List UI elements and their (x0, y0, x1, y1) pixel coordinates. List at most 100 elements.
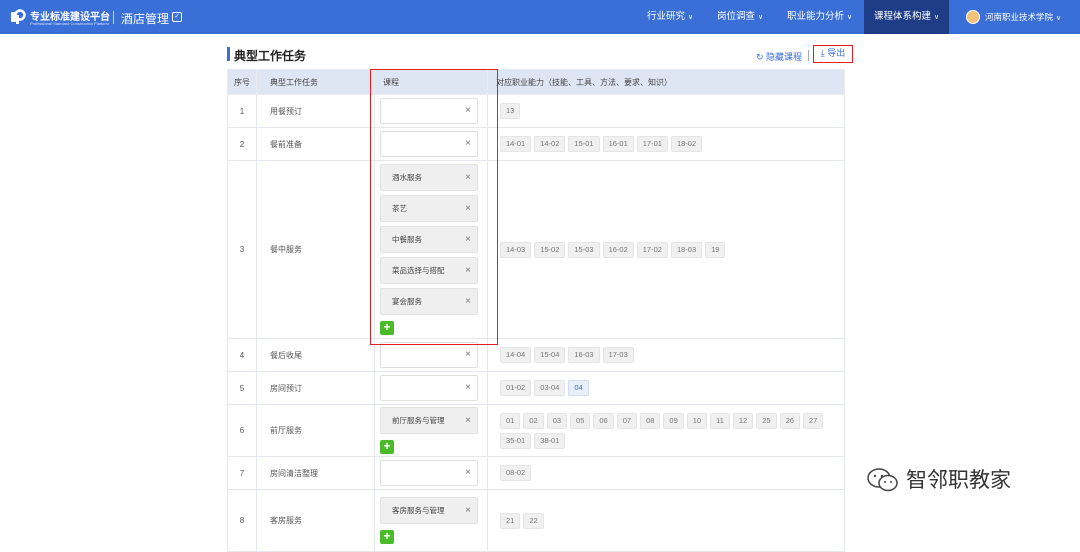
user-avatar[interactable] (966, 10, 980, 24)
task-name: 用餐预订 (256, 94, 375, 128)
course-name: 客房服务与管理 (392, 506, 445, 515)
course-select[interactable]: × (380, 98, 478, 124)
ability-chip[interactable]: 14-01 (500, 136, 532, 152)
nav-industry-research[interactable]: 行业研究 ∨ (637, 0, 703, 34)
chevron-down-icon: ∨ (1056, 15, 1062, 22)
ability-chip[interactable]: 03-04 (534, 380, 566, 396)
course-select[interactable]: × (380, 460, 478, 486)
nav-label: 课程体系构建 (874, 11, 932, 22)
ability-chip[interactable]: 01-02 (500, 380, 532, 396)
course-select[interactable]: × (380, 131, 478, 157)
ability-chip[interactable]: 15-01 (568, 136, 600, 152)
course-select[interactable]: × (380, 342, 478, 368)
course-select[interactable]: × (380, 375, 478, 401)
top-navbar: 专业标准建设平台 Professional Standard Construct… (0, 0, 1080, 34)
row-number: 2 (227, 127, 257, 161)
col-header-task: 典型工作任务 (256, 69, 375, 95)
ability-chip[interactable]: 38-01 (534, 432, 566, 449)
close-icon[interactable]: × (465, 350, 471, 360)
ability-chip[interactable]: 01 (500, 412, 521, 429)
course-cell: × (374, 456, 488, 490)
ability-chip[interactable]: 19 (705, 241, 726, 258)
ability-chip[interactable]: 10 (686, 412, 708, 429)
ability-cell: 13 (487, 94, 845, 128)
course-cell: × (374, 371, 488, 405)
ability-chip[interactable]: 27 (802, 412, 824, 429)
ability-chip[interactable]: 18-02 (670, 136, 703, 152)
ability-chip[interactable]: 21 (500, 512, 521, 529)
ability-chip[interactable]: 16-01 (602, 136, 634, 152)
ability-chip[interactable]: 14-03 (500, 241, 532, 258)
course-tag[interactable]: 酒水服务 × (380, 164, 478, 191)
hide-courses-button[interactable]: ↻ 隐藏课程 (756, 50, 802, 63)
ability-cell: 14-03 15-02 15-03 16-02 17-02 18-03 19 (487, 160, 845, 339)
ability-chip[interactable]: 12 (732, 412, 754, 429)
course-tag[interactable]: 茶艺 × (380, 195, 478, 222)
nav-curriculum-building[interactable]: 课程体系构建 ∨ (864, 0, 950, 34)
ability-chip[interactable]: 08-02 (500, 465, 532, 481)
switch-module-icon[interactable]: ✓ (172, 12, 182, 22)
user-menu[interactable]: 河南职业技术学院 ∨ (985, 0, 1061, 34)
add-course-button[interactable]: + (380, 321, 394, 335)
close-icon[interactable]: × (465, 383, 471, 393)
ability-chip[interactable]: 13 (500, 103, 521, 119)
ability-chip[interactable]: 17-02 (636, 241, 668, 258)
close-icon[interactable]: × (465, 106, 471, 116)
close-icon[interactable]: × (465, 296, 471, 307)
table-row: 5 房间预订 × 01-02 03-04 04 (227, 371, 845, 405)
ability-chip[interactable]: 17-01 (636, 136, 668, 152)
ability-chip[interactable]: 15-02 (534, 241, 566, 258)
ability-chip[interactable]: 22 (523, 512, 544, 529)
course-cell: × (374, 94, 488, 128)
close-icon[interactable]: × (465, 234, 471, 245)
ability-chip[interactable]: 16-03 (568, 347, 600, 363)
ability-chip[interactable]: 17-03 (602, 347, 634, 363)
table-row: 4 餐后收尾 × 14-04 15-04 16-03 17-03 (227, 338, 845, 372)
ability-chip[interactable]: 14-04 (500, 347, 532, 363)
ability-chip[interactable]: 04 (568, 380, 589, 396)
ability-chip[interactable]: 18-03 (670, 241, 703, 258)
course-tag[interactable]: 客房服务与管理 × (380, 497, 478, 524)
export-button[interactable]: ⤓ 导出 (813, 45, 853, 63)
watermark: 智邻职教家 (906, 469, 1011, 492)
add-course-button[interactable]: + (380, 440, 394, 454)
course-tag[interactable]: 前厅服务与管理 × (380, 407, 478, 434)
ability-chip[interactable]: 35-01 (500, 432, 532, 449)
ability-chip[interactable]: 03 (546, 412, 568, 429)
export-label: 导出 (827, 48, 846, 58)
chevron-down-icon: ∨ (758, 14, 764, 21)
table-row: 2 餐前准备 × 14-01 14-02 15-01 16-01 17-01 18-02 (227, 127, 845, 161)
close-icon[interactable]: × (465, 139, 471, 149)
task-name: 房间预订 (256, 371, 375, 405)
ability-chip[interactable]: 05 (570, 412, 591, 429)
ability-chip[interactable]: 16-02 (602, 241, 634, 258)
close-icon[interactable]: × (465, 415, 471, 426)
ability-chip[interactable]: 25 (756, 412, 777, 429)
ability-chip[interactable]: 11 (710, 412, 730, 429)
close-icon[interactable]: × (465, 265, 471, 276)
course-tag[interactable]: 菜品选择与搭配 × (380, 257, 478, 284)
course-tag[interactable]: 宴会服务 × (380, 288, 478, 315)
close-icon[interactable]: × (465, 468, 471, 478)
ability-cell: 14-01 14-02 15-01 16-01 17-01 18-02 (487, 127, 845, 161)
ability-chip[interactable]: 02 (523, 412, 544, 429)
ability-chip[interactable]: 15-04 (534, 347, 566, 363)
nav-job-survey[interactable]: 岗位调查 ∨ (707, 0, 773, 34)
ability-chip[interactable]: 09 (663, 412, 684, 429)
ability-chip[interactable]: 06 (593, 412, 614, 429)
col-header-course: 课程 (374, 69, 488, 95)
add-course-button[interactable]: + (380, 530, 394, 544)
ability-chip[interactable]: 14-02 (534, 136, 566, 152)
course-tag[interactable]: 中餐服务 × (380, 226, 478, 253)
close-icon[interactable]: × (465, 203, 471, 214)
course-name: 中餐服务 (392, 235, 422, 244)
close-icon[interactable]: × (465, 505, 471, 516)
nav-ability-analysis[interactable]: 职业能力分析 ∨ (777, 0, 862, 34)
chevron-down-icon: ∨ (688, 14, 694, 21)
ability-chip[interactable]: 15-03 (568, 241, 600, 258)
ability-chip[interactable]: 07 (616, 412, 638, 429)
close-icon[interactable]: × (465, 172, 471, 183)
ability-chip[interactable]: 08 (640, 412, 661, 429)
ability-cell: 14-04 15-04 16-03 17-03 (487, 338, 845, 372)
ability-chip[interactable]: 26 (779, 412, 800, 429)
